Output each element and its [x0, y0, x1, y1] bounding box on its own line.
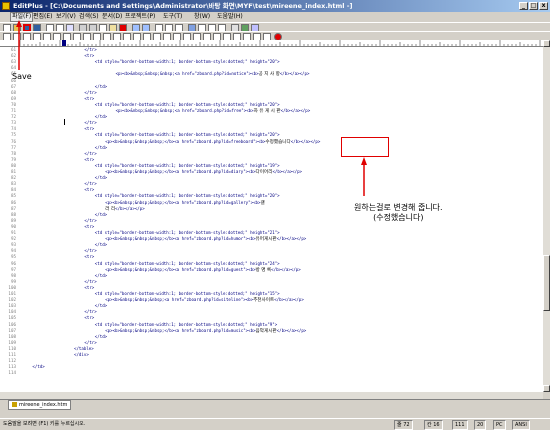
- change-annotation: 원하는걸로 변경해 줍니다. (수정했습니다): [354, 203, 443, 223]
- highlight-box: [341, 137, 389, 157]
- change-annotation-line1: 원하는걸로 변경해 줍니다.: [354, 203, 443, 212]
- save-annotation: Save: [12, 72, 32, 81]
- annotation-overlay: [16, 20, 367, 196]
- change-annotation-line2: (수정했습니다): [373, 213, 424, 222]
- main-arrow-head: [361, 157, 367, 165]
- save-arrow-head: [16, 20, 22, 27]
